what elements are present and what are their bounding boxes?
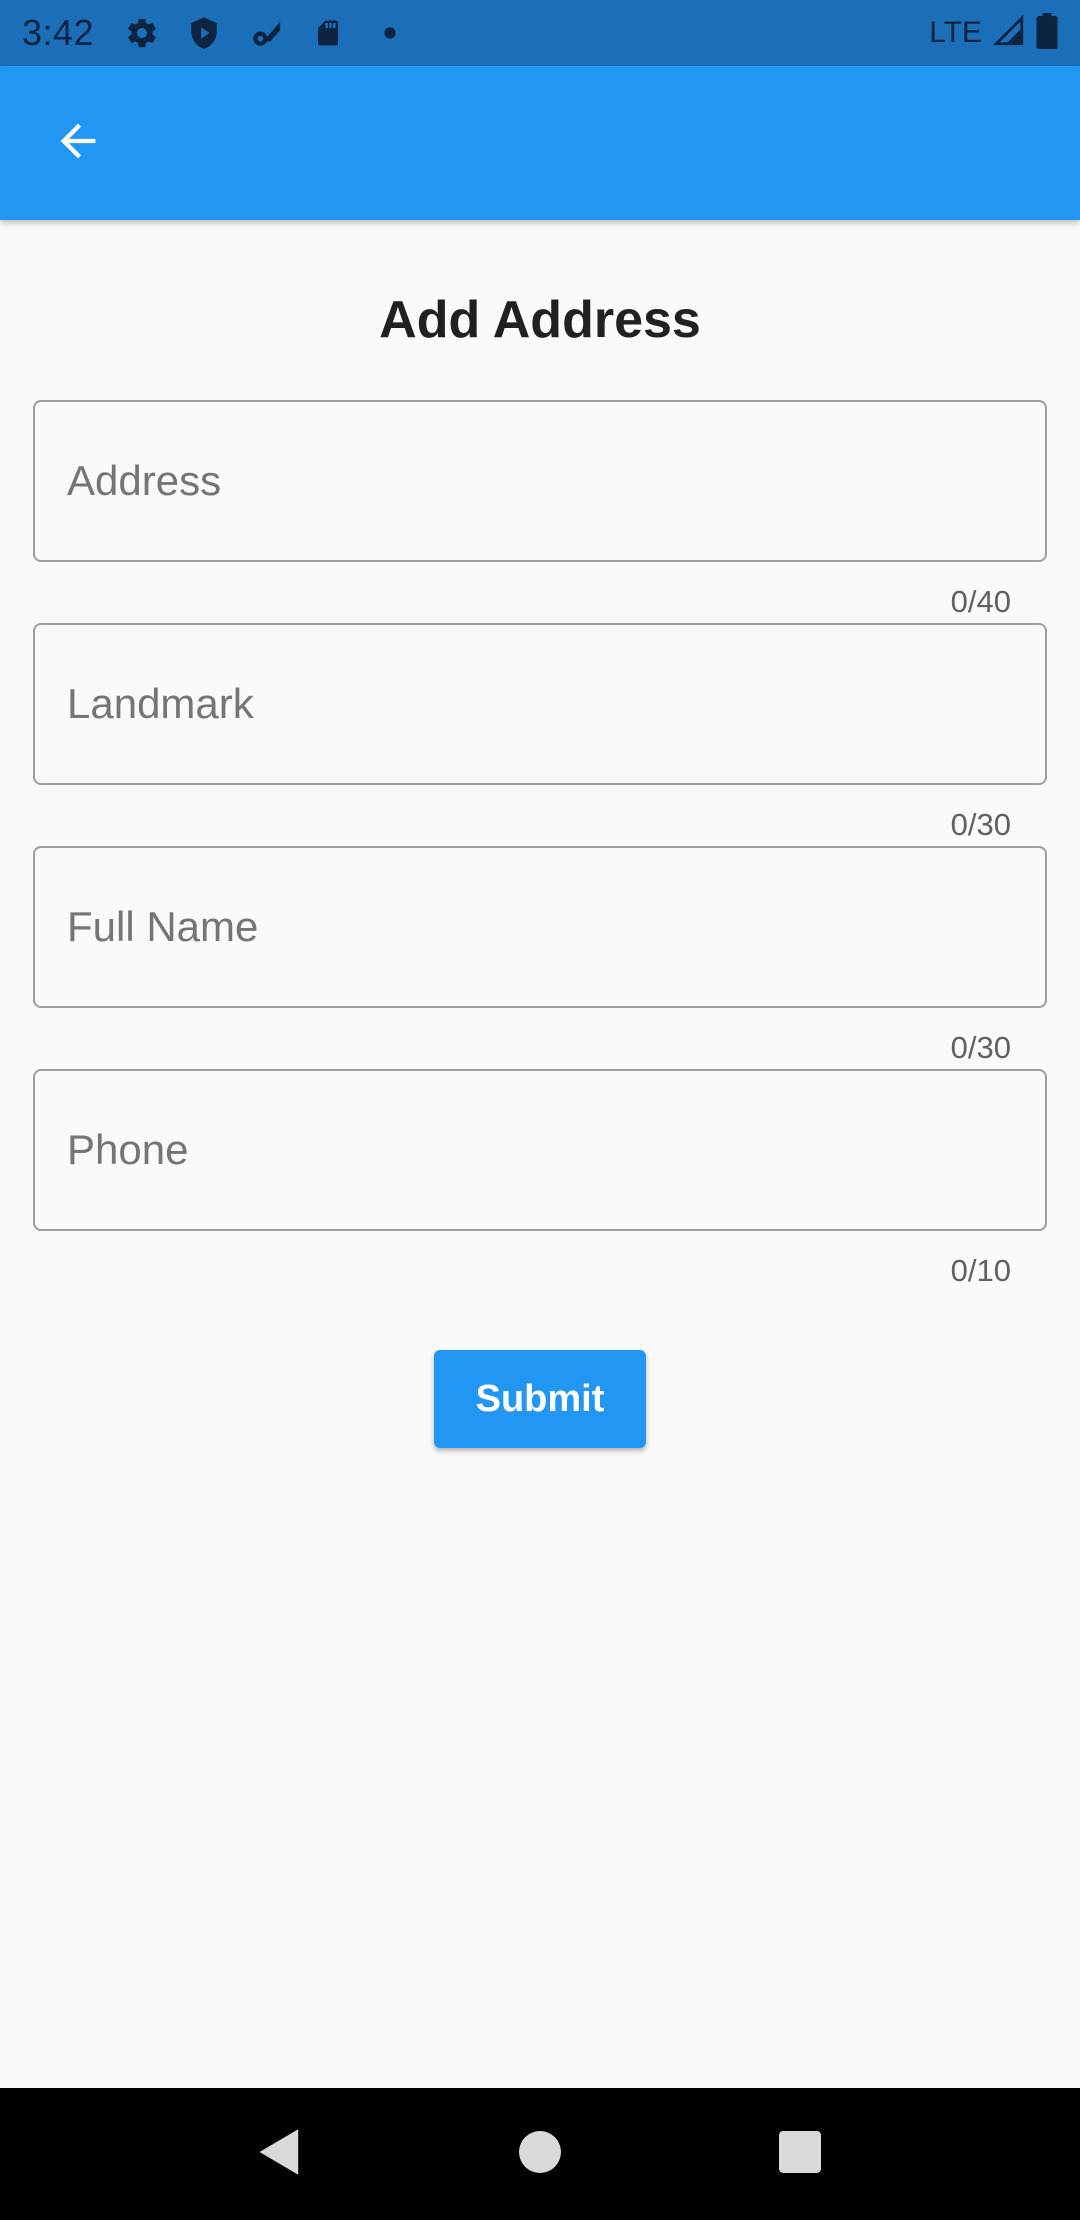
nav-back-button[interactable] [240, 2114, 320, 2194]
dot-icon [372, 15, 408, 51]
status-time: 3:42 [22, 12, 95, 53]
nav-home-icon [519, 2130, 561, 2178]
back-button[interactable] [48, 113, 108, 173]
landmark-field[interactable] [33, 623, 1047, 785]
settings-icon [124, 15, 160, 51]
status-bar: 3:42 LTE [0, 0, 1080, 66]
landmark-counter: 0/30 [950, 807, 1011, 842]
full-name-input[interactable] [67, 848, 1045, 1006]
address-counter: 0/40 [950, 584, 1011, 619]
submit-button[interactable]: Submit [434, 1350, 646, 1448]
phone-input[interactable] [67, 1071, 1045, 1229]
shield-play-icon [186, 15, 222, 51]
network-type: LTE [929, 16, 982, 49]
arrow-back-icon [52, 115, 104, 172]
address-input[interactable] [67, 402, 1045, 560]
status-system-icons: LTE [929, 12, 1058, 54]
sd-card-icon [310, 15, 346, 51]
phone-counter: 0/10 [950, 1253, 1011, 1288]
full-name-counter: 0/30 [950, 1030, 1011, 1065]
address-field[interactable] [33, 400, 1047, 562]
nav-back-icon [257, 2127, 303, 2182]
phone-field[interactable] [33, 1069, 1047, 1231]
nav-recents-button[interactable] [760, 2114, 840, 2194]
system-nav-bar [0, 2088, 1080, 2220]
app-bar [0, 66, 1080, 220]
nav-home-button[interactable] [500, 2114, 580, 2194]
landmark-input[interactable] [67, 625, 1045, 783]
nav-recents-icon [779, 2130, 821, 2178]
page-title: Add Address [379, 291, 701, 349]
full-name-field[interactable] [33, 846, 1047, 1008]
signal-icon [992, 14, 1026, 53]
status-notification-icons [124, 15, 408, 51]
wifi-settings-icon [248, 15, 284, 51]
battery-icon [1036, 12, 1058, 54]
